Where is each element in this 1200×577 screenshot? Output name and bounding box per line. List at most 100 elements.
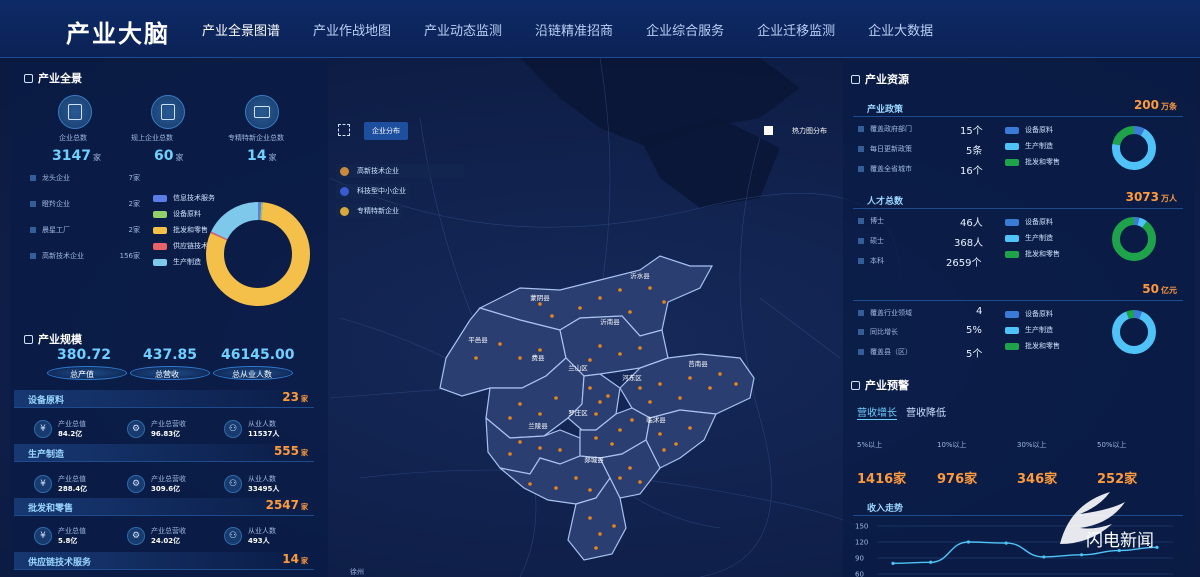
enterprise-distribution-button[interactable]: 企业分布 xyxy=(364,122,408,140)
legend-item[interactable]: 批发和零售 xyxy=(1005,249,1060,259)
industry-stat: ⚇ 从业人数 493人 xyxy=(224,526,276,546)
fullscreen-icon[interactable] xyxy=(338,124,350,136)
industry-row-wholesale[interactable]: 批发和零售 2547 家 xyxy=(14,498,314,516)
nav-item-service[interactable]: 企业综合服务 xyxy=(646,20,724,39)
legend-item[interactable]: 生产制造 xyxy=(1005,325,1053,335)
legend-item[interactable]: 设备原料 xyxy=(1005,125,1053,135)
y-tick-label: 150 xyxy=(855,523,868,531)
bucket-label: 50%以上 xyxy=(1097,441,1127,449)
watermark-text: 闪电新闻 xyxy=(1086,531,1154,551)
app-title: 产业大脑 xyxy=(66,20,170,48)
legend-item[interactable]: 设备原料 xyxy=(1005,309,1053,319)
nav-item-migration[interactable]: 企业迁移监测 xyxy=(757,20,835,39)
yuan-icon: ¥ xyxy=(34,527,52,545)
section-title-warning: 产业预警 xyxy=(851,377,909,393)
industry-stat: ⚙ 产业总营收 24.02亿 xyxy=(127,526,186,546)
tab-revenue-growth[interactable]: 营收增长 xyxy=(857,404,897,420)
heatmap-label: 热力图分布 xyxy=(792,127,827,135)
legend-dot xyxy=(340,186,349,196)
industry-donut-chart[interactable] xyxy=(206,202,310,306)
stat-label: 企业总数 xyxy=(59,134,87,142)
trend-point[interactable] xyxy=(929,560,933,564)
fund-donut-chart[interactable] xyxy=(1112,310,1156,354)
district-label: 平邑县 xyxy=(468,336,488,344)
tab-revenue-decline[interactable]: 营收降低 xyxy=(906,404,946,419)
nav-item-combat-map[interactable]: 产业作战地图 xyxy=(313,20,391,39)
legend-item[interactable]: 批发和零售 xyxy=(153,225,208,235)
heatmap-checkbox[interactable] xyxy=(764,126,773,135)
talent-donut-chart[interactable] xyxy=(1112,217,1156,261)
shop-icon xyxy=(245,95,279,129)
legend-hightech[interactable]: 高新技术企业 xyxy=(336,164,464,178)
nav-item-monitoring[interactable]: 产业动态监测 xyxy=(424,20,502,39)
bucket-label: 5%以上 xyxy=(857,441,883,449)
talent-row: 本科 2659个 xyxy=(858,256,988,269)
enterprise-icon xyxy=(58,95,92,129)
section-title-resource: 产业资源 xyxy=(851,71,909,87)
legend-item[interactable]: 设备原料 xyxy=(153,209,201,219)
district-label: 费县 xyxy=(532,353,546,362)
legend-item[interactable]: 设备原料 xyxy=(1005,217,1053,227)
legend-sme[interactable]: 科技型中小企业 xyxy=(336,184,410,198)
industry-row-manufacturing[interactable]: 生产制造 555 家 xyxy=(14,444,314,462)
bell-icon xyxy=(851,381,860,390)
legend-specialized[interactable]: 专精特新企业 xyxy=(336,204,403,218)
legend-item[interactable]: 生产制造 xyxy=(1005,141,1053,151)
list-item[interactable]: 晨星工厂 2家 xyxy=(30,225,140,235)
people-icon: ⚇ xyxy=(224,527,242,545)
industry-row-equipment[interactable]: 设备原料 23 家 xyxy=(14,390,314,408)
policy-header[interactable]: 产业政策 200 万条 xyxy=(853,98,1183,117)
nav-item-investment[interactable]: 沿链精准招商 xyxy=(535,20,613,39)
fund-row: 覆盖行业领域 4 xyxy=(858,306,988,318)
talent-row: 硕士 368人 xyxy=(858,236,988,249)
stat-above-scale: 60 家 xyxy=(154,148,184,164)
legend-item[interactable]: 批发和零售 xyxy=(1005,341,1060,351)
total-staff-label: 总从业人数 xyxy=(232,370,272,379)
list-item[interactable]: 高新技术企业 156家 xyxy=(30,251,140,261)
top-navigation-bar: 产业大脑 产业全景图谱 产业作战地图 产业动态监测 沿链精准招商 企业综合服务 … xyxy=(0,0,1200,58)
policy-donut-chart[interactable] xyxy=(1112,126,1156,170)
total-revenue-value: 437.85 xyxy=(143,347,198,363)
talent-header[interactable]: 人才总数 3073 万人 xyxy=(853,190,1183,209)
total-output-label: 总产值 xyxy=(70,370,94,379)
nav-item-panorama[interactable]: 产业全景图谱 xyxy=(202,20,280,39)
district-label: 河东区 xyxy=(622,373,642,382)
document-icon xyxy=(151,95,185,129)
people-icon: ⚇ xyxy=(224,420,242,438)
main-nav: 产业全景图谱 产业作战地图 产业动态监测 沿链精准招商 企业综合服务 企业迁移监… xyxy=(202,0,966,58)
donut-segment-生产制造[interactable] xyxy=(1112,310,1156,354)
legend-item[interactable]: 生产制造 xyxy=(153,257,201,267)
trend-point[interactable] xyxy=(966,540,971,544)
fund-header[interactable]: 50 亿元 xyxy=(853,282,1183,301)
trend-point[interactable] xyxy=(1004,541,1008,545)
list-item[interactable]: 龙头企业 7家 xyxy=(30,173,140,183)
list-item[interactable]: 瞪羚企业 2家 xyxy=(30,199,140,209)
total-staff-value: 46145.00 xyxy=(221,347,295,363)
y-tick-label: 90 xyxy=(855,555,864,563)
district-label: 临沭县 xyxy=(646,415,666,424)
bucket-value: 976家 xyxy=(937,472,978,487)
policy-row: 覆盖政府部门 15个 xyxy=(858,124,988,137)
section-title-scale: 产业规模 xyxy=(24,331,82,347)
section-title-overview: 产业全景 xyxy=(24,70,82,86)
total-revenue-label: 总营收 xyxy=(155,370,179,379)
district-label: 沂水县 xyxy=(630,271,650,280)
network-icon: ⚙ xyxy=(127,420,145,438)
donut-segment-批发和零售[interactable] xyxy=(1112,217,1156,261)
stat-label: 规上企业总数 xyxy=(131,134,173,142)
district-label: 罗庄区 xyxy=(568,408,588,417)
legend-label: 专精特新企业 xyxy=(357,207,399,215)
stat-label: 专精特新企业总数 xyxy=(228,134,284,142)
industry-stat: ¥ 产业总值 5.8亿 xyxy=(34,526,86,546)
industry-stat: ⚙ 产业总营收 309.6亿 xyxy=(127,474,186,494)
stat-total-enterprises: 3147 家 xyxy=(52,148,101,164)
nav-item-bigdata[interactable]: 企业大数据 xyxy=(868,20,933,39)
fund-row: 覆盖县（区） 5个 xyxy=(858,347,988,360)
district-label: 兰陵县 xyxy=(528,421,548,430)
legend-item[interactable]: 批发和零售 xyxy=(1005,157,1060,167)
stat-specialized: 14 家 xyxy=(247,148,277,164)
trend-point[interactable] xyxy=(891,561,895,565)
legend-label: 高新技术企业 xyxy=(357,167,399,175)
industry-row-supply-chain[interactable]: 供应链技术服务 14 家 xyxy=(14,552,314,570)
legend-item[interactable]: 生产制造 xyxy=(1005,233,1053,243)
